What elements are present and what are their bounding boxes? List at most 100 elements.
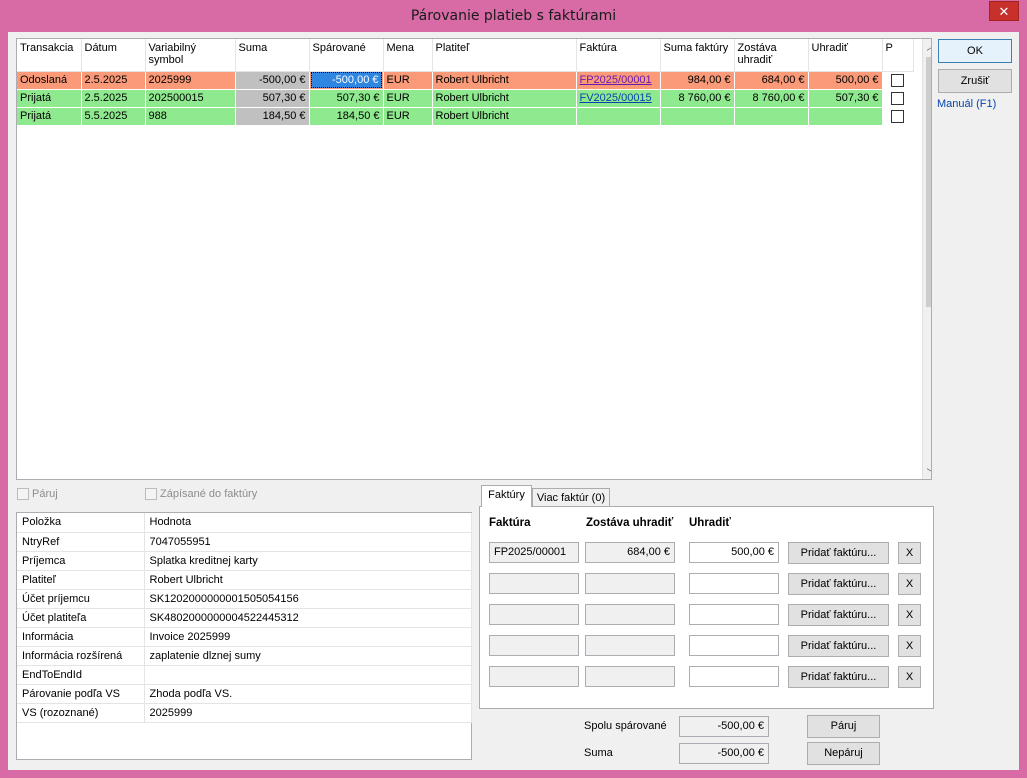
cancel-button[interactable]: Zrušiť bbox=[938, 69, 1012, 93]
col-header[interactable]: Uhradiť bbox=[808, 39, 883, 72]
details-row[interactable]: Príjemca Splatka kreditnej karty bbox=[17, 551, 472, 571]
details-row[interactable]: VS (rozoznané) 2025999 bbox=[17, 703, 472, 723]
cell-paired[interactable]: 184,50 € bbox=[309, 107, 384, 126]
cell-remaining[interactable] bbox=[734, 107, 809, 126]
details-row[interactable]: Informácia Invoice 2025999 bbox=[17, 627, 472, 647]
cell-type[interactable]: Prijatá bbox=[17, 107, 82, 126]
cell-currency[interactable]: EUR bbox=[383, 71, 433, 90]
cell-invoice[interactable]: FP2025/00001 bbox=[576, 71, 661, 90]
cell-type[interactable]: Odoslaná bbox=[17, 71, 82, 90]
details-row[interactable]: Účet platiteľa SK4802000000004522445312 bbox=[17, 608, 472, 628]
row-checkbox[interactable] bbox=[891, 109, 904, 123]
remove-invoice-button[interactable]: X bbox=[898, 542, 921, 564]
pay-input[interactable]: 500,00 € bbox=[689, 542, 779, 563]
col-header[interactable]: P bbox=[882, 39, 914, 72]
scroll-up-icon[interactable]: ︿ bbox=[923, 39, 931, 55]
add-invoice-button[interactable]: Pridať faktúru... bbox=[788, 666, 889, 688]
table-row[interactable]: Prijatá 2.5.2025 202500015 507,30 € 507,… bbox=[17, 89, 914, 108]
cell-remaining[interactable]: 684,00 € bbox=[734, 71, 809, 90]
details-grid[interactable]: Položka Hodnota NtryRef 7047055951 Príjem… bbox=[16, 512, 472, 760]
invoice-link[interactable]: FP2025/00001 bbox=[580, 74, 652, 86]
details-row[interactable]: Účet príjemcu SK1202000000001505054156 bbox=[17, 589, 472, 609]
cell-vs[interactable]: 202500015 bbox=[145, 89, 236, 108]
tab-more-invoices[interactable]: Viac faktúr (0) bbox=[532, 488, 610, 506]
cell-currency[interactable]: EUR bbox=[383, 89, 433, 108]
cell-payer[interactable]: Robert Ulbricht bbox=[432, 89, 577, 108]
col-header[interactable]: Mena bbox=[383, 39, 433, 72]
scroll-down-icon[interactable]: ﹀ bbox=[923, 465, 931, 479]
cell-paired[interactable]: 507,30 € bbox=[309, 89, 384, 108]
close-icon[interactable]: ✕ bbox=[989, 1, 1019, 21]
cell-payer[interactable]: Robert Ulbricht bbox=[432, 107, 577, 126]
cell-pay[interactable] bbox=[808, 107, 883, 126]
details-row[interactable]: Platiteľ Robert Ulbricht bbox=[17, 570, 472, 590]
remove-invoice-button[interactable]: X bbox=[898, 604, 921, 626]
unpair-button[interactable]: Nepáruj bbox=[807, 742, 880, 765]
invoice-link[interactable]: FV2025/00015 bbox=[580, 92, 652, 104]
manual-link[interactable]: Manuál (F1) bbox=[937, 98, 996, 110]
col-header[interactable]: Variabilný symbol bbox=[145, 39, 236, 72]
checkbox-box[interactable] bbox=[17, 488, 29, 501]
details-row[interactable]: Párovanie podľa VS Zhoda podľa VS. bbox=[17, 684, 472, 704]
paired-value[interactable]: -500,00 € bbox=[310, 72, 382, 88]
col-header[interactable]: Transakcia bbox=[17, 39, 82, 72]
cell-invoice[interactable] bbox=[576, 107, 661, 126]
col-header[interactable]: Zostáva uhradiť bbox=[734, 39, 809, 72]
cell-payer[interactable]: Robert Ulbricht bbox=[432, 71, 577, 90]
add-invoice-button[interactable]: Pridať faktúru... bbox=[788, 604, 889, 626]
cell-date[interactable]: 2.5.2025 bbox=[81, 89, 146, 108]
cell-type[interactable]: Prijatá bbox=[17, 89, 82, 108]
table-row[interactable]: Odoslaná 2.5.2025 2025999 -500,00 € -500… bbox=[17, 71, 914, 90]
cell-date[interactable]: 5.5.2025 bbox=[81, 107, 146, 126]
remove-invoice-button[interactable]: X bbox=[898, 573, 921, 595]
cell-amount[interactable]: 507,30 € bbox=[235, 89, 310, 108]
cell-date[interactable]: 2.5.2025 bbox=[81, 71, 146, 90]
cell-invoice-sum[interactable] bbox=[660, 107, 735, 126]
col-header[interactable]: Suma bbox=[235, 39, 310, 72]
cell-invoice[interactable]: FV2025/00015 bbox=[576, 89, 661, 108]
col-header[interactable]: Platiteľ bbox=[432, 39, 577, 72]
cell-invoice-sum[interactable]: 984,00 € bbox=[660, 71, 735, 90]
pay-input[interactable] bbox=[689, 635, 779, 656]
scroll-thumb[interactable] bbox=[926, 57, 931, 307]
cell-amount[interactable]: 184,50 € bbox=[235, 107, 310, 126]
invoice-field[interactable] bbox=[489, 573, 579, 594]
details-row[interactable]: EndToEndId bbox=[17, 665, 472, 685]
add-invoice-button[interactable]: Pridať faktúru... bbox=[788, 542, 889, 564]
invoice-field[interactable] bbox=[489, 666, 579, 687]
cell-paired-selected[interactable]: -500,00 € bbox=[309, 71, 384, 90]
cell-currency[interactable]: EUR bbox=[383, 107, 433, 126]
checkbox-box[interactable] bbox=[145, 488, 157, 501]
table-row[interactable]: Prijatá 5.5.2025 988 184,50 € 184,50 € E… bbox=[17, 107, 914, 126]
add-invoice-button[interactable]: Pridať faktúru... bbox=[788, 573, 889, 595]
row-checkbox[interactable] bbox=[891, 91, 904, 105]
cell-check[interactable] bbox=[882, 71, 914, 90]
col-header[interactable]: Hodnota bbox=[144, 513, 472, 533]
cell-pay[interactable]: 500,00 € bbox=[808, 71, 883, 90]
col-header[interactable]: Dátum bbox=[81, 39, 146, 72]
invoice-field[interactable]: FP2025/00001 bbox=[489, 542, 579, 563]
invoice-field[interactable] bbox=[489, 635, 579, 656]
add-invoice-button[interactable]: Pridať faktúru... bbox=[788, 635, 889, 657]
col-header[interactable]: Položka bbox=[17, 513, 145, 533]
remove-invoice-button[interactable]: X bbox=[898, 666, 921, 688]
cell-vs[interactable]: 2025999 bbox=[145, 71, 236, 90]
cell-vs[interactable]: 988 bbox=[145, 107, 236, 126]
row-checkbox[interactable] bbox=[891, 73, 904, 87]
pay-input[interactable] bbox=[689, 573, 779, 594]
cell-check[interactable] bbox=[882, 107, 914, 126]
cell-remaining[interactable]: 8 760,00 € bbox=[734, 89, 809, 108]
pay-input[interactable] bbox=[689, 666, 779, 687]
pair-checkbox[interactable]: Páruj bbox=[17, 488, 58, 501]
pair-button[interactable]: Páruj bbox=[807, 715, 880, 738]
col-header[interactable]: Spárované bbox=[309, 39, 384, 72]
ok-button[interactable]: OK bbox=[938, 39, 1012, 63]
cell-pay[interactable]: 507,30 € bbox=[808, 89, 883, 108]
transactions-grid[interactable]: Transakcia Dátum Variabilný symbol Suma … bbox=[16, 38, 932, 480]
invoice-field[interactable] bbox=[489, 604, 579, 625]
vertical-scrollbar[interactable]: ︿ ﹀ bbox=[922, 39, 931, 479]
cell-invoice-sum[interactable]: 8 760,00 € bbox=[660, 89, 735, 108]
col-header[interactable]: Faktúra bbox=[576, 39, 661, 72]
remove-invoice-button[interactable]: X bbox=[898, 635, 921, 657]
pay-input[interactable] bbox=[689, 604, 779, 625]
